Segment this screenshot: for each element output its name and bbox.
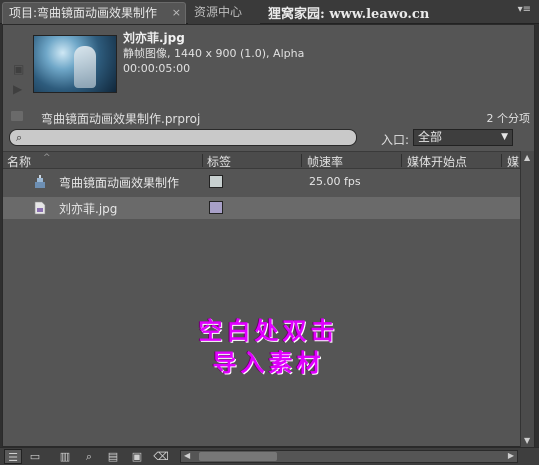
- clip-name: 刘亦菲.jpg: [123, 31, 185, 45]
- column-label[interactable]: 标签: [207, 153, 231, 170]
- camera-icon[interactable]: ▣: [13, 59, 27, 79]
- scroll-up-icon[interactable]: ▲: [524, 153, 530, 162]
- scroll-down-icon[interactable]: ▼: [524, 436, 530, 445]
- scrollbar-thumb[interactable]: [199, 452, 277, 461]
- tab-resource-center[interactable]: 资源中心: [188, 2, 260, 24]
- project-file-name: 弯曲镜面动画效果制作.prproj: [41, 112, 201, 126]
- bottom-toolbar: ☰ ▭ ▥ ⌕ ▤ ▣ ⌫ ◀ ▶: [0, 447, 539, 465]
- project-panel: ▣ ▶ 刘亦菲.jpg 静帧图像, 1440 x 900 (1.0), Alph…: [2, 24, 535, 447]
- table-row[interactable]: 刘亦菲.jpg: [3, 197, 522, 219]
- column-frame-rate[interactable]: 帧速率: [307, 153, 343, 170]
- tab-project[interactable]: 项目:弯曲镜面动画效果制作 ×: [2, 2, 186, 24]
- clip-duration: 00:00:05:00: [123, 62, 191, 75]
- watermark-text: 狸窝家园: www.leawo.cn: [268, 7, 430, 22]
- horizontal-scrollbar[interactable]: ◀ ▶: [180, 450, 518, 463]
- image-file-icon: [34, 201, 46, 215]
- thumbnail-figure: [74, 46, 96, 88]
- row-frame-rate: 25.00 fps: [309, 175, 361, 188]
- automate-to-sequence-icon[interactable]: ▥: [56, 449, 74, 464]
- search-icon: ⌕: [16, 131, 23, 144]
- sequence-icon: [35, 175, 45, 188]
- preview-side-icons: ▣ ▶: [13, 59, 27, 99]
- column-divider[interactable]: [301, 154, 302, 167]
- tab-project-label: 项目:弯曲镜面动画效果制作: [9, 6, 158, 20]
- play-icon[interactable]: ▶: [13, 79, 27, 99]
- row-name: 弯曲镜面动画效果制作: [59, 176, 180, 190]
- scroll-left-icon[interactable]: ◀: [184, 451, 190, 460]
- find-icon[interactable]: ⌕: [80, 449, 98, 464]
- entry-select-value: 全部: [418, 130, 443, 144]
- column-header: 名称 ^ 标签 帧速率 媒体开始点 媒: [3, 151, 522, 169]
- panel-tab-bar: 项目:弯曲镜面动画效果制作 × 资源中心 狸窝家园: www.leawo.cn …: [0, 0, 539, 24]
- new-item-icon[interactable]: ▣: [128, 449, 146, 464]
- project-file-row: 弯曲镜面动画效果制作.prproj 2 个分项: [3, 109, 534, 127]
- clip-info: 静帧图像, 1440 x 900 (1.0), Alpha: [123, 47, 305, 60]
- search-input[interactable]: ⌕: [9, 129, 357, 146]
- trash-icon[interactable]: ⌫: [152, 449, 170, 464]
- table-row[interactable]: 弯曲镜面动画效果制作 25.00 fps: [3, 171, 522, 193]
- item-count: 2 个分项: [486, 112, 531, 125]
- project-folder-icon: [11, 111, 23, 121]
- column-media-more[interactable]: 媒: [507, 153, 519, 170]
- preview-thumbnail: [33, 35, 117, 93]
- tab-resource-label: 资源中心: [194, 5, 243, 19]
- overlay-instruction-line2: 导入素材: [212, 348, 325, 377]
- new-bin-icon[interactable]: ▤: [104, 449, 122, 464]
- column-media-start[interactable]: 媒体开始点: [407, 153, 467, 170]
- overlay-instruction-line1: 空白处双击: [198, 316, 339, 345]
- clip-metadata: 刘亦菲.jpg 静帧图像, 1440 x 900 (1.0), Alpha 00…: [123, 31, 304, 76]
- column-divider[interactable]: [202, 154, 203, 167]
- sort-ascending-icon[interactable]: ^: [43, 153, 51, 163]
- icon-view-icon[interactable]: ▭: [26, 449, 44, 464]
- label-color-swatch[interactable]: [209, 201, 223, 214]
- column-divider[interactable]: [501, 154, 502, 167]
- panel-menu-icon[interactable]: ▾≡: [518, 4, 531, 15]
- chevron-down-icon: ▼: [501, 132, 508, 142]
- preview-area: ▣ ▶: [7, 29, 117, 96]
- column-divider[interactable]: [401, 154, 402, 167]
- row-name: 刘亦菲.jpg: [59, 202, 118, 216]
- scroll-right-icon[interactable]: ▶: [508, 451, 514, 460]
- entry-select[interactable]: 全部 ▼: [413, 129, 513, 146]
- vertical-scrollbar[interactable]: ▲ ▼: [520, 151, 534, 447]
- list-view-icon[interactable]: ☰: [4, 449, 22, 464]
- tab-close-icon[interactable]: ×: [172, 3, 181, 23]
- entry-label: 入口:: [381, 133, 410, 147]
- label-color-swatch[interactable]: [209, 175, 223, 188]
- column-name[interactable]: 名称: [7, 153, 31, 170]
